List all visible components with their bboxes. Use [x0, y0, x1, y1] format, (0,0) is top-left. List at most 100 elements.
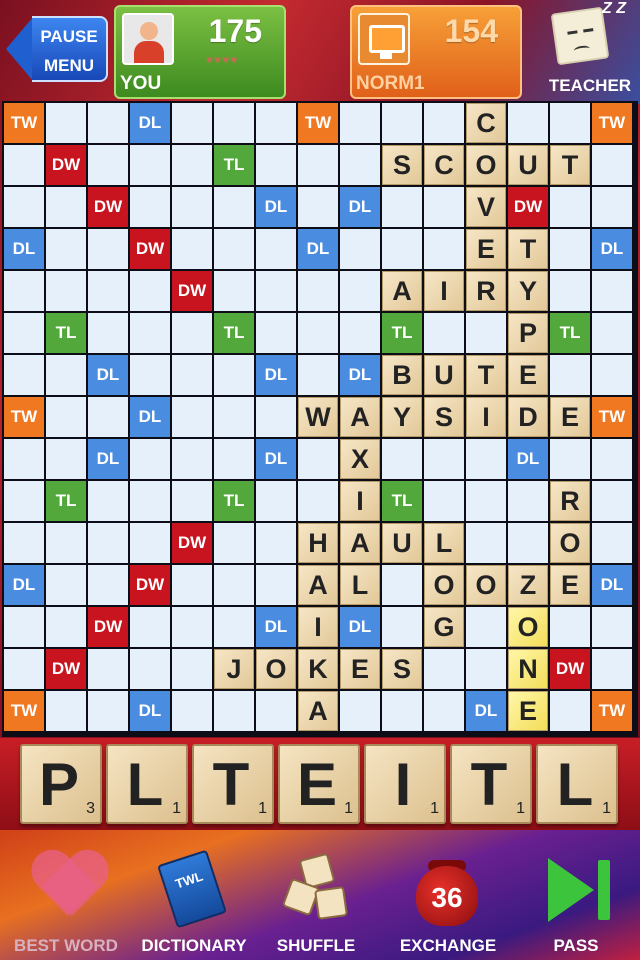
bonus-square-dl[interactable]: DL — [592, 565, 632, 605]
board-square[interactable] — [214, 271, 254, 311]
board-square[interactable] — [214, 439, 254, 479]
board-square[interactable] — [88, 229, 128, 269]
board-square[interactable] — [88, 145, 128, 185]
board-square[interactable] — [214, 565, 254, 605]
bonus-square-dw[interactable]: DW — [172, 271, 212, 311]
board-square[interactable] — [214, 229, 254, 269]
bonus-square-tw[interactable]: TW — [4, 397, 44, 437]
bonus-square-dw[interactable]: DW — [508, 187, 548, 227]
board-square[interactable] — [340, 271, 380, 311]
board-square[interactable] — [424, 187, 464, 227]
board-square[interactable] — [424, 481, 464, 521]
board-tile[interactable]: K — [298, 649, 338, 689]
bonus-square-dw[interactable]: DW — [172, 523, 212, 563]
board-tile[interactable]: Y — [508, 271, 548, 311]
board-tile[interactable]: E — [508, 355, 548, 395]
board-square[interactable] — [592, 271, 632, 311]
board-square[interactable] — [214, 397, 254, 437]
bonus-square-tl[interactable]: TL — [214, 313, 254, 353]
bonus-square-tl[interactable]: TL — [46, 313, 86, 353]
bonus-square-dl[interactable]: DL — [88, 439, 128, 479]
board-tile[interactable]: J — [214, 649, 254, 689]
board-square[interactable] — [172, 439, 212, 479]
board-square[interactable] — [130, 187, 170, 227]
board-tile[interactable]: V — [466, 187, 506, 227]
board-tile[interactable]: R — [550, 481, 590, 521]
board-square[interactable] — [4, 355, 44, 395]
board-square[interactable] — [130, 145, 170, 185]
board-tile[interactable]: W — [298, 397, 338, 437]
board-square[interactable] — [466, 649, 506, 689]
board-square[interactable] — [130, 649, 170, 689]
board-square[interactable] — [382, 187, 422, 227]
board-square[interactable] — [214, 607, 254, 647]
board-tile[interactable]: I — [298, 607, 338, 647]
board-square[interactable] — [340, 229, 380, 269]
board-square[interactable] — [508, 103, 548, 143]
bonus-square-tw[interactable]: TW — [4, 103, 44, 143]
bonus-square-tl[interactable]: TL — [550, 313, 590, 353]
board-square[interactable] — [256, 523, 296, 563]
board-square[interactable] — [508, 523, 548, 563]
bonus-square-tw[interactable]: TW — [4, 691, 44, 731]
board-tile[interactable]: I — [424, 271, 464, 311]
board-square[interactable] — [4, 145, 44, 185]
dictionary-button[interactable]: TWL DICTIONARY — [130, 838, 258, 960]
board-tile[interactable]: H — [298, 523, 338, 563]
board-square[interactable] — [382, 439, 422, 479]
board-square[interactable] — [340, 313, 380, 353]
board-square[interactable] — [382, 607, 422, 647]
board-tile[interactable]: O — [550, 523, 590, 563]
board-tile[interactable]: O — [466, 565, 506, 605]
board-square[interactable] — [88, 523, 128, 563]
board-tile[interactable]: U — [508, 145, 548, 185]
board-square[interactable] — [466, 523, 506, 563]
board-square[interactable] — [88, 397, 128, 437]
board-tile[interactable]: S — [382, 145, 422, 185]
board-tile[interactable]: O — [256, 649, 296, 689]
board-tile[interactable]: C — [466, 103, 506, 143]
bonus-square-dl[interactable]: DL — [256, 187, 296, 227]
board-square[interactable] — [424, 439, 464, 479]
bonus-square-tl[interactable]: TL — [214, 145, 254, 185]
board-square[interactable] — [298, 313, 338, 353]
board-square[interactable] — [130, 313, 170, 353]
board-square[interactable] — [424, 313, 464, 353]
bonus-square-dl[interactable]: DL — [130, 691, 170, 731]
bonus-square-dw[interactable]: DW — [88, 607, 128, 647]
board-square[interactable] — [4, 649, 44, 689]
board-square[interactable] — [592, 607, 632, 647]
game-board[interactable]: TW DL TW C TW DW TL S C O U T DW DL DL V DW DL DW DL E T DL DW A… — [2, 101, 638, 737]
pause-menu-button[interactable]: PAUSE MENU — [6, 16, 108, 82]
board-tile[interactable]: A — [340, 523, 380, 563]
bonus-square-dl[interactable]: DL — [130, 103, 170, 143]
board-square[interactable] — [256, 565, 296, 605]
board-square[interactable] — [214, 355, 254, 395]
board-tile[interactable]: X — [340, 439, 380, 479]
board-square[interactable] — [256, 145, 296, 185]
board-square[interactable] — [172, 103, 212, 143]
bonus-square-tl[interactable]: TL — [382, 313, 422, 353]
board-square[interactable] — [88, 481, 128, 521]
board-tile[interactable]: O — [424, 565, 464, 605]
board-square[interactable] — [256, 397, 296, 437]
board-square[interactable] — [424, 691, 464, 731]
board-square[interactable] — [466, 607, 506, 647]
board-square[interactable] — [46, 691, 86, 731]
bonus-square-dl[interactable]: DL — [130, 397, 170, 437]
board-square[interactable] — [172, 649, 212, 689]
board-square[interactable] — [88, 103, 128, 143]
board-tile[interactable]: Z — [508, 565, 548, 605]
board-square[interactable] — [88, 649, 128, 689]
pass-button[interactable]: PASS — [512, 838, 640, 960]
bonus-square-dl[interactable]: DL — [466, 691, 506, 731]
exchange-button[interactable]: 36 EXCHANGE — [384, 838, 512, 960]
bonus-square-dw[interactable]: DW — [46, 145, 86, 185]
board-square[interactable] — [88, 691, 128, 731]
bonus-square-dl[interactable]: DL — [256, 355, 296, 395]
board-tile[interactable]: Y — [382, 397, 422, 437]
bonus-square-tw[interactable]: TW — [592, 397, 632, 437]
board-square[interactable] — [4, 187, 44, 227]
board-tile[interactable]: A — [340, 397, 380, 437]
board-square[interactable] — [172, 187, 212, 227]
